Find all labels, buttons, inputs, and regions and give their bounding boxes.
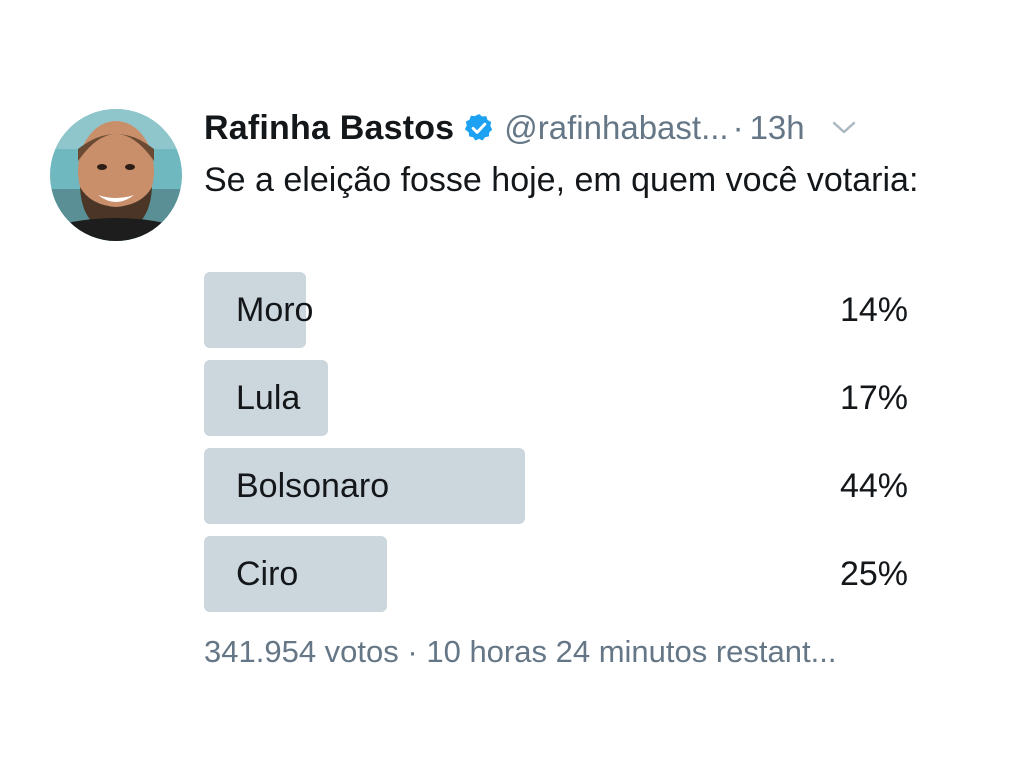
poll-footer-separator: · <box>407 634 418 669</box>
poll-option-label: Bolsonaro <box>236 467 390 505</box>
poll-option-ciro: Ciro 25% <box>204 536 908 612</box>
tweet-timestamp[interactable]: 13h <box>750 109 805 147</box>
poll-option-bolsonaro: Bolsonaro 44% <box>204 448 908 524</box>
verified-badge-icon <box>465 114 493 141</box>
poll-time-remaining: 10 horas 24 minutos restant... <box>426 634 837 669</box>
chevron-down-icon[interactable] <box>831 118 857 138</box>
poll-vote-count: 341.954 votos <box>204 634 399 669</box>
poll: Moro 14% Lula 17% Bolsonaro 44% Ciro 25% <box>204 272 908 624</box>
poll-option-moro: Moro 14% <box>204 272 908 348</box>
tweet-header: Rafinha Bastos @rafinhabast... · 13h <box>204 103 857 153</box>
header-separator: · <box>732 109 744 146</box>
poll-option-percent: 14% <box>839 291 908 329</box>
avatar[interactable] <box>50 109 182 241</box>
poll-option-lula: Lula 17% <box>204 360 908 436</box>
author-handle[interactable]: @rafinhabast... <box>504 109 728 147</box>
tweet-text: Se a eleição fosse hoje, em quem você vo… <box>204 161 919 199</box>
avatar-image <box>50 109 182 241</box>
poll-option-percent: 17% <box>839 379 908 417</box>
poll-option-label: Ciro <box>236 555 299 593</box>
poll-option-label: Moro <box>236 291 314 329</box>
poll-footer: 341.954 votos · 10 horas 24 minutos rest… <box>204 634 836 670</box>
poll-option-percent: 44% <box>839 467 908 505</box>
poll-option-label: Lula <box>236 379 301 417</box>
author-name[interactable]: Rafinha Bastos <box>204 109 454 148</box>
poll-option-percent: 25% <box>839 555 908 593</box>
